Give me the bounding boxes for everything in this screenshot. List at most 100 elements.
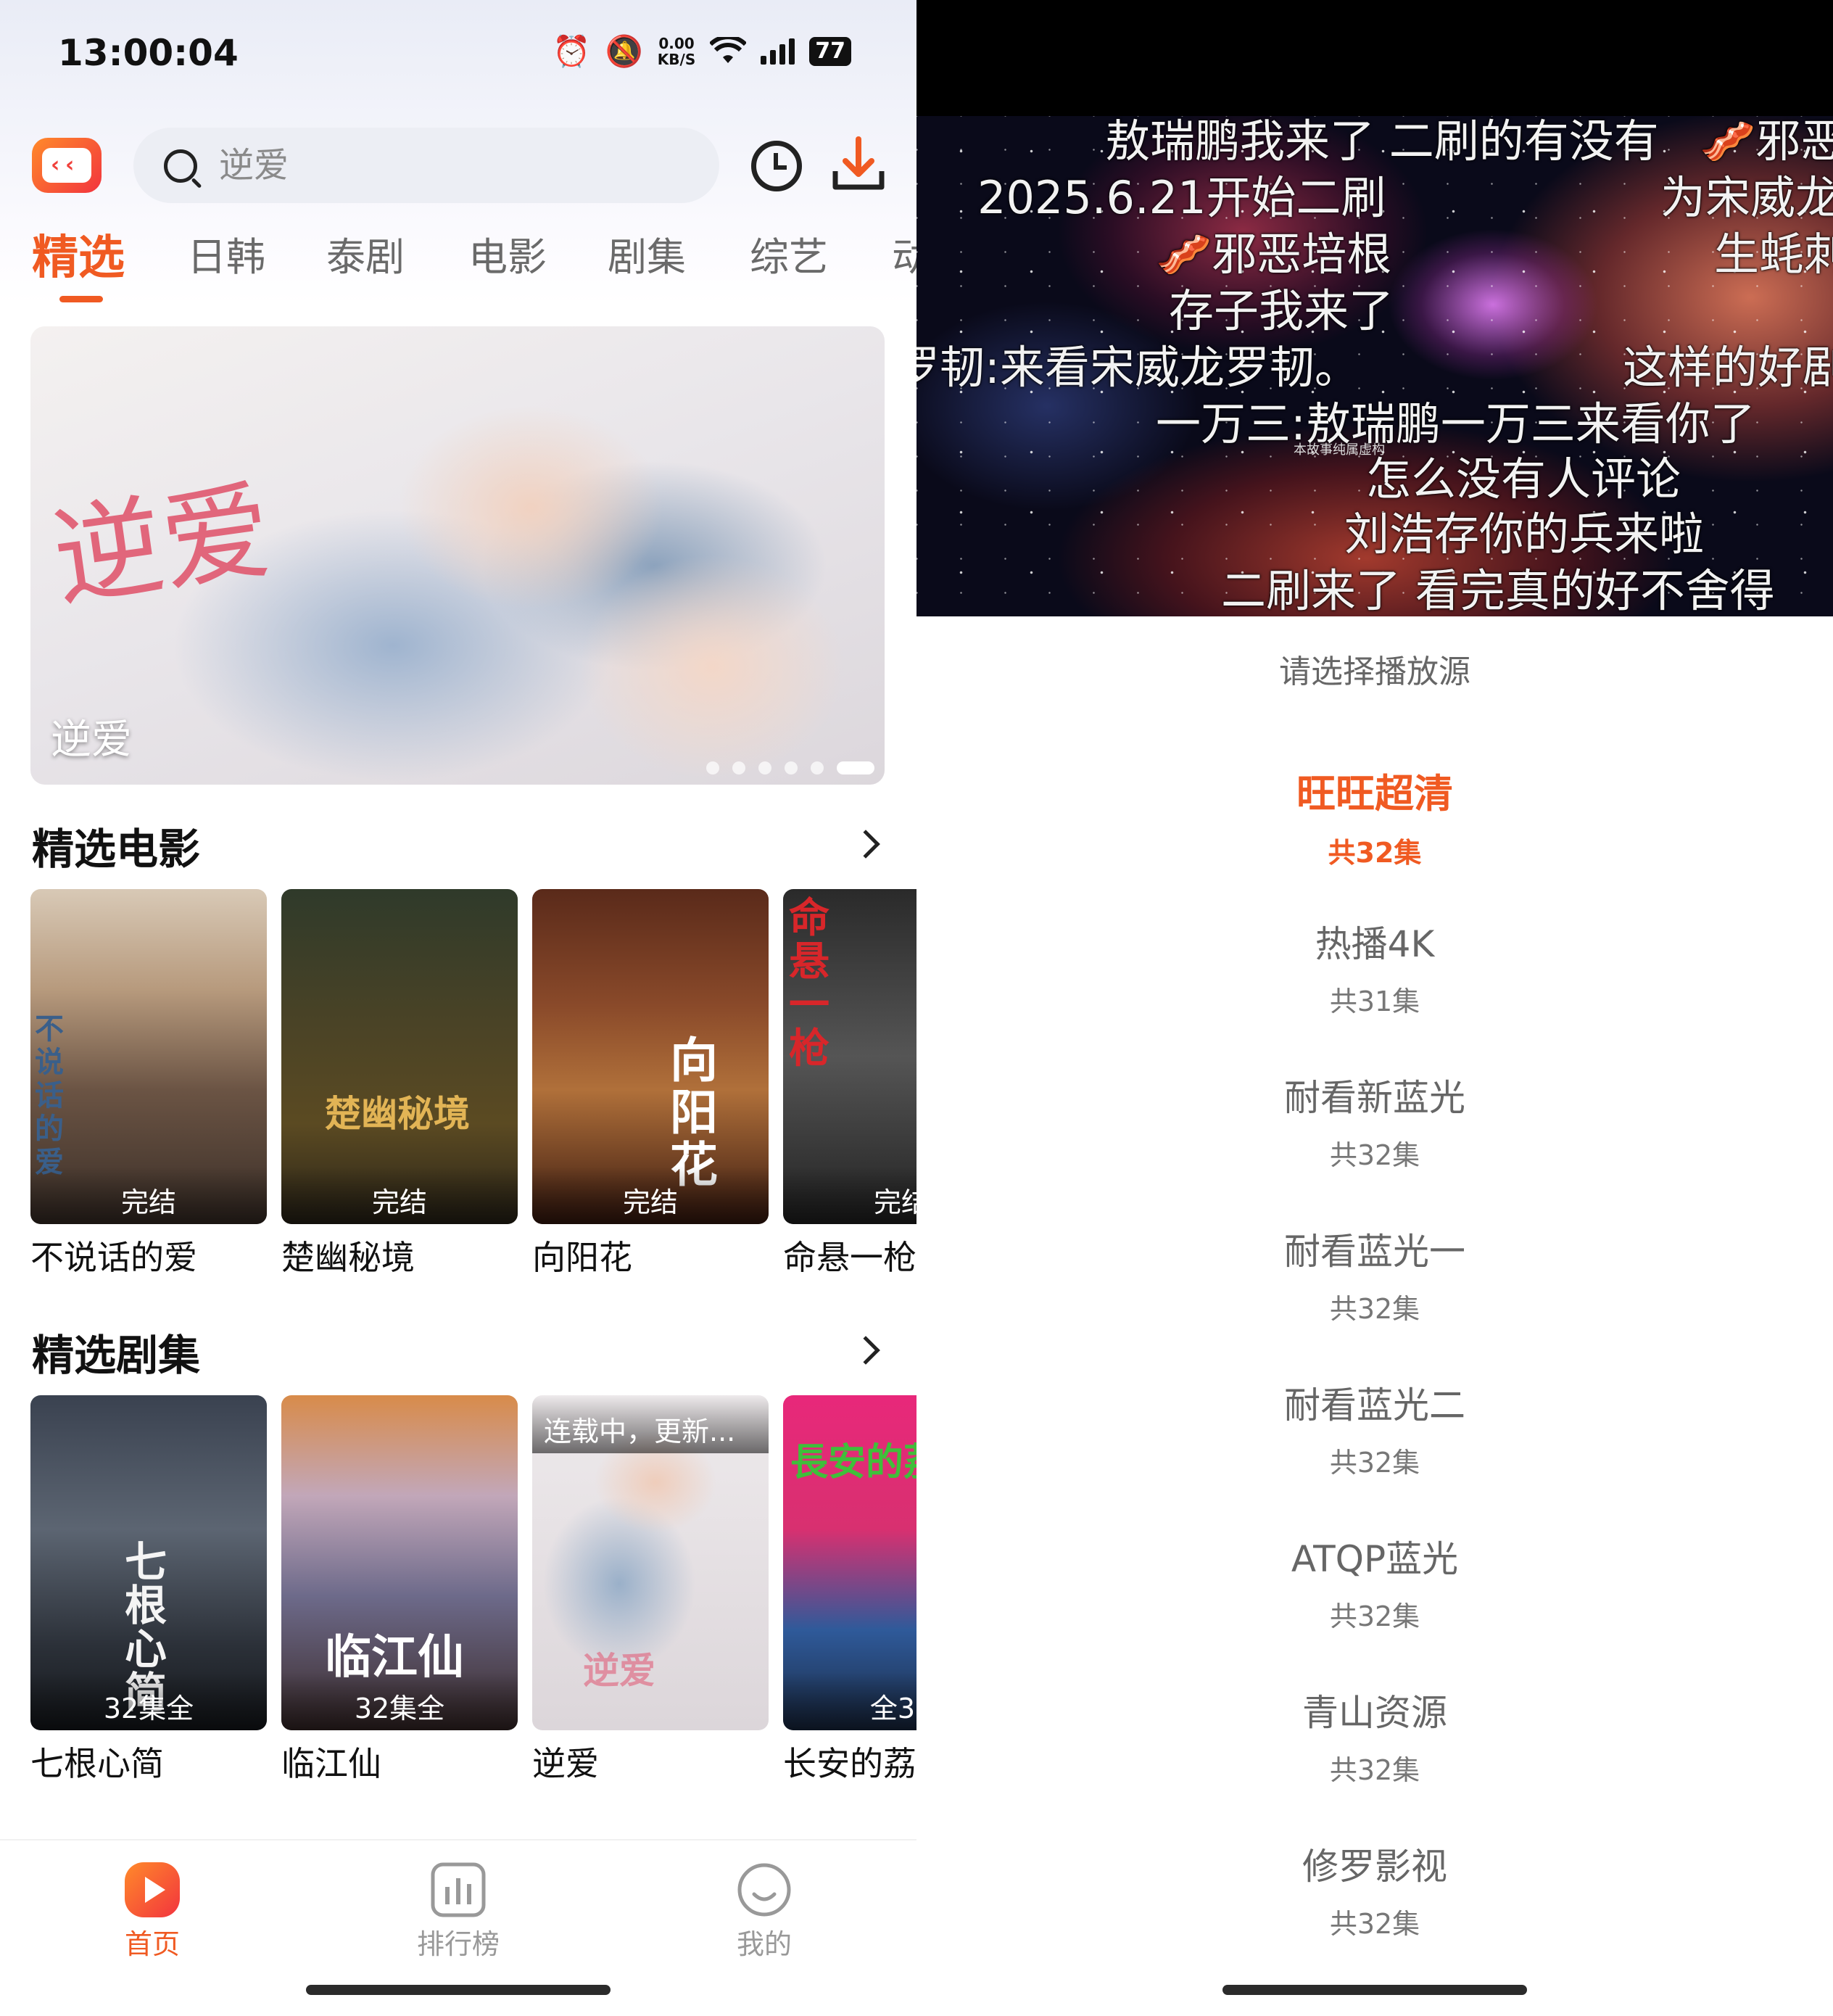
chart-icon <box>431 1862 486 1917</box>
movie-title: 楚幽秘境 <box>281 1238 415 1277</box>
net-speed: 0.00 KB/S <box>657 35 696 68</box>
movie-poster: 向阳花 完结 <box>532 889 769 1224</box>
player-screen: 本故事纯属虚构 敖瑞鹏我来了 二刷的有没有 🥓邪恶 2025.6.21开始二刷 … <box>916 0 1833 2016</box>
source-option[interactable]: 热播4K 共31集 <box>1157 915 1592 1060</box>
history-icon[interactable] <box>751 141 802 191</box>
home-indicator[interactable] <box>306 1985 611 1995</box>
nav-home[interactable]: 首页 <box>80 1862 225 1962</box>
banner-dot-active <box>837 761 874 774</box>
series-poster: 七根心简 32集全 <box>30 1395 267 1730</box>
status-badge: 连载中，更新... <box>532 1395 769 1453</box>
banner-pagination <box>706 761 874 774</box>
status-time: 13:00:04 <box>58 32 239 74</box>
nav-ranking[interactable]: 排行榜 <box>386 1862 531 1962</box>
mute-icon: 🔕 <box>605 33 643 69</box>
movie-card[interactable]: 命悬一枪 完结 命悬一枪 <box>783 889 916 1279</box>
series-poster: 逆爱 连载中，更新... <box>532 1395 769 1730</box>
banner-dot <box>811 761 824 774</box>
danmaku-comment: 🥓邪恶培根 <box>1156 228 1392 281</box>
movie-title: 向阳花 <box>532 1238 632 1277</box>
movies-more-chevron-icon[interactable] <box>851 830 880 859</box>
series-card[interactable]: 逆爱 连载中，更新... 逆爱 <box>532 1395 769 1785</box>
source-option[interactable]: ATQP蓝光 共32集 <box>1157 1530 1592 1675</box>
series-card[interactable]: 七根心简 32集全 七根心简 <box>30 1395 267 1785</box>
series-card[interactable]: 長安的荔 全35 长安的荔 <box>783 1395 916 1785</box>
video-player[interactable]: 本故事纯属虚构 敖瑞鹏我来了 二刷的有没有 🥓邪恶 2025.6.21开始二刷 … <box>916 0 1833 616</box>
movie-card[interactable]: 向阳花 完结 向阳花 <box>532 889 769 1279</box>
danmaku-comment: 罗韧:来看宋威龙罗韧。 <box>916 341 1360 394</box>
tab-variety[interactable]: 综艺 <box>750 225 828 282</box>
source-option[interactable]: 耐看新蓝光 共32集 <box>1157 1069 1592 1214</box>
source-name: 旺旺超清 <box>1296 771 1453 817</box>
episode-count: 共31集 <box>1329 986 1420 1017</box>
source-name: 青山资源 <box>1302 1692 1447 1734</box>
tab-thai[interactable]: 泰剧 <box>326 225 405 282</box>
source-option-selected[interactable]: 旺旺超清 共32集 <box>1157 761 1592 906</box>
source-option[interactable]: 青山资源 共32集 <box>1157 1684 1592 1829</box>
nav-label: 我的 <box>736 1928 792 1960</box>
banner-caption: 逆爱 <box>51 716 132 764</box>
source-name: 修罗影视 <box>1302 1846 1447 1888</box>
movie-poster: 楚幽秘境 完结 <box>281 889 518 1224</box>
status-badge: 完结 <box>532 1166 769 1224</box>
banner-title-art: 逆爱 <box>46 467 279 623</box>
tab-anime[interactable]: 动 <box>892 225 916 282</box>
banner-dot <box>732 761 745 774</box>
series-poster: 临江仙 32集全 <box>281 1395 518 1730</box>
episode-count: 共32集 <box>1329 1754 1420 1786</box>
source-option[interactable]: 修罗影视 共32集 <box>1157 1838 1592 1983</box>
app-logo[interactable]: ‹ ‹ <box>32 138 102 193</box>
series-title: 逆爱 <box>532 1744 599 1783</box>
source-name: 耐看蓝光一 <box>1284 1231 1465 1273</box>
series-card[interactable]: 临江仙 32集全 临江仙 <box>281 1395 518 1785</box>
movie-poster: 不说话的爱 完结 <box>30 889 267 1224</box>
episode-count: 共32集 <box>1328 837 1422 869</box>
signal-icon <box>761 38 795 65</box>
danmaku-comment: 二刷来了 看完真的好不舍得 <box>1221 564 1775 616</box>
banner-dot <box>785 761 798 774</box>
status-icons: ⏰ 🔕 0.00 KB/S 77 <box>553 33 851 70</box>
smile-icon <box>737 1862 792 1917</box>
tab-featured[interactable]: 精选 <box>32 220 125 287</box>
tab-japan-korea[interactable]: 日韩 <box>187 225 265 282</box>
status-badge: 32集全 <box>281 1672 518 1730</box>
home-indicator[interactable] <box>1222 1985 1527 1995</box>
series-title: 七根心简 <box>30 1744 164 1783</box>
danmaku-comment: 生蚝刺 <box>1714 228 1833 281</box>
download-icon[interactable] <box>831 135 886 194</box>
banner-dot <box>706 761 719 774</box>
video-frame[interactable]: 本故事纯属虚构 敖瑞鹏我来了 二刷的有没有 🥓邪恶 2025.6.21开始二刷 … <box>916 116 1833 616</box>
search-bar[interactable] <box>133 128 719 203</box>
status-badge: 完结 <box>281 1166 518 1224</box>
nav-profile[interactable]: 我的 <box>692 1862 837 1962</box>
series-more-chevron-icon[interactable] <box>851 1336 880 1365</box>
banner-dot <box>758 761 771 774</box>
category-tabs: 精选 日韩 泰剧 电影 剧集 综艺 动 <box>0 225 916 305</box>
source-name: 耐看蓝光二 <box>1284 1384 1465 1426</box>
movies-row: 不说话的爱 完结 不说话的爱 楚幽秘境 完结 楚幽秘境 向阳花 完结 向阳花 命… <box>30 889 916 1295</box>
danmaku-comment: 为宋威龙 <box>1660 171 1833 224</box>
nav-label: 首页 <box>124 1928 180 1960</box>
movie-card[interactable]: 楚幽秘境 完结 楚幽秘境 <box>281 889 518 1279</box>
search-input[interactable] <box>219 142 654 189</box>
top-bar: ‹ ‹ <box>0 123 916 210</box>
series-title: 临江仙 <box>281 1744 381 1783</box>
source-name: 耐看新蓝光 <box>1284 1077 1465 1119</box>
tab-movies[interactable]: 电影 <box>468 225 547 282</box>
source-option[interactable]: 耐看蓝光一 共32集 <box>1157 1223 1592 1368</box>
source-name: ATQP蓝光 <box>1291 1538 1459 1580</box>
series-row: 七根心简 32集全 七根心简 临江仙 32集全 临江仙 逆爱 连载中，更新...… <box>30 1395 916 1801</box>
wifi-icon <box>710 37 747 63</box>
status-bar: 13:00:04 ⏰ 🔕 0.00 KB/S 77 <box>0 29 916 80</box>
source-option[interactable]: 耐看蓝光二 共32集 <box>1157 1376 1592 1521</box>
play-icon <box>125 1862 180 1917</box>
episode-count: 共32集 <box>1329 1447 1420 1479</box>
movie-card[interactable]: 不说话的爱 完结 不说话的爱 <box>30 889 267 1279</box>
battery-icon: 77 <box>809 37 851 66</box>
hero-banner[interactable]: 逆爱 逆爱 <box>30 326 885 785</box>
series-title: 长安的荔 <box>783 1744 916 1783</box>
tab-series[interactable]: 剧集 <box>608 225 686 282</box>
alarm-icon: ⏰ <box>553 33 591 69</box>
status-badge: 完结 <box>783 1166 916 1224</box>
source-name: 热播4K <box>1315 923 1435 965</box>
